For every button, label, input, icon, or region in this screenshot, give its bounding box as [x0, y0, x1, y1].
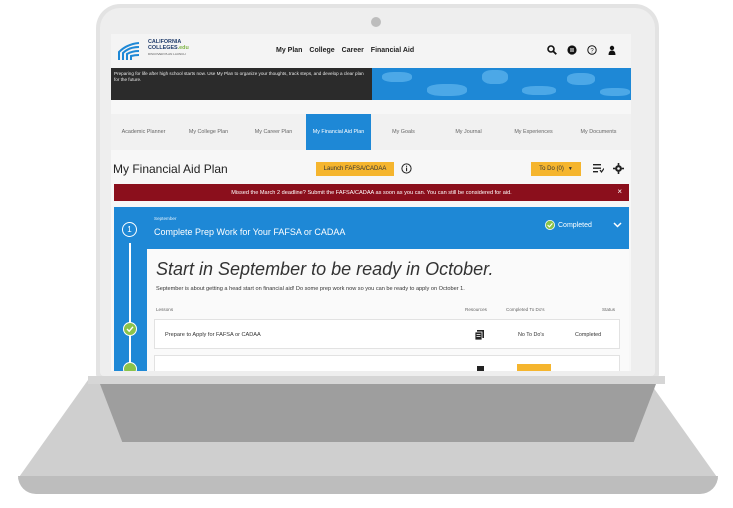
tab-my-documents[interactable]: My Documents: [566, 114, 631, 150]
todo-dropdown-button[interactable]: To Do (0) ▼: [531, 162, 581, 176]
plan-tabs: Academic Planner My College Plan My Care…: [111, 114, 631, 150]
step-title: Complete Prep Work for Your FAFSA or CAD…: [154, 227, 346, 237]
page-title-bar: My Financial Aid Plan Launch FAFSA/CADAA…: [111, 158, 631, 180]
deadline-alert-text: Missed the March 2 deadline? Submit the …: [231, 189, 512, 196]
laptop-front-edge: [18, 476, 718, 494]
lesson-title[interactable]: Prepare to Apply for FAFSA or CADAA: [165, 332, 261, 338]
gear-icon[interactable]: [613, 163, 624, 174]
step-number-badge: 1: [122, 222, 137, 237]
tab-my-college-plan[interactable]: My College Plan: [176, 114, 241, 150]
timeline-line: [129, 243, 131, 371]
col-completed-todos: Completed To Do's: [506, 307, 545, 312]
lesson-complete-check-icon: [123, 362, 137, 371]
close-icon[interactable]: ×: [617, 187, 622, 196]
todo-button-label: To Do (0): [539, 166, 564, 172]
info-icon[interactable]: [401, 163, 412, 174]
account-icon[interactable]: [607, 45, 617, 55]
step-status: Completed: [545, 220, 592, 230]
site-header: CALIFORNIA COLLEGES.edu DISCOVER PLAN LA…: [111, 34, 631, 68]
step-header[interactable]: September Complete Prep Work for Your FA…: [147, 207, 629, 249]
page-title: My Financial Aid Plan: [113, 162, 228, 176]
table-row[interactable]: Prepare to Apply for FAFSA or CADAA No T…: [154, 319, 620, 349]
tab-my-career-plan[interactable]: My Career Plan: [241, 114, 306, 150]
help-icon[interactable]: ?: [587, 45, 597, 55]
logo-wordmark: CALIFORNIA COLLEGES.edu DISCOVER PLAN LA…: [148, 39, 189, 57]
california-colleges-logo-icon[interactable]: [117, 40, 143, 62]
status-pill: [517, 364, 551, 371]
step-status-label: Completed: [558, 221, 592, 229]
tab-academic-planner[interactable]: Academic Planner: [111, 114, 176, 150]
col-status: Status: [602, 307, 616, 312]
launch-fafsa-button[interactable]: Launch FAFSA/CADAA: [316, 162, 394, 176]
notifications-icon[interactable]: [567, 45, 577, 55]
step-content: Start in September to be ready in Octobe…: [147, 249, 629, 371]
chevron-down-icon: ▼: [567, 166, 573, 172]
resources-icon[interactable]: [475, 366, 484, 371]
hero-banner-image: [372, 68, 631, 100]
laptop-keyboard-deck: [100, 384, 656, 442]
hero-banner-text: Preparing for life after high school sta…: [114, 71, 364, 82]
step-intro: September is about getting a head start …: [156, 286, 465, 292]
lesson-status: Completed: [575, 332, 602, 338]
nav-my-plan[interactable]: My Plan: [276, 47, 302, 54]
laptop-hinge: [88, 376, 665, 384]
nav-career[interactable]: Career: [342, 47, 364, 54]
logo-tagline: DISCOVER PLAN LAUNCH: [148, 52, 186, 56]
nav-financial-aid[interactable]: Financial Aid: [371, 47, 414, 54]
tab-my-journal[interactable]: My Journal: [436, 114, 501, 150]
nav-college[interactable]: College: [309, 47, 334, 54]
list-view-icon[interactable]: [593, 164, 604, 173]
deadline-alert: Missed the March 2 deadline? Submit the …: [114, 184, 629, 201]
resources-icon[interactable]: [475, 330, 484, 340]
step-timeline: 1: [114, 207, 147, 371]
step-month: September: [154, 216, 177, 221]
check-circle-icon: [545, 220, 555, 230]
search-icon[interactable]: [547, 45, 557, 55]
hero-banner: Preparing for life after high school sta…: [111, 68, 372, 100]
lesson-todos: No To Do's: [518, 332, 545, 338]
col-resources: Resources: [465, 307, 487, 312]
chevron-down-icon[interactable]: [613, 222, 622, 228]
tab-my-goals[interactable]: My Goals: [371, 114, 436, 150]
step-headline: Start in September to be ready in Octobe…: [156, 259, 494, 279]
header-icons: ?: [547, 45, 617, 55]
tab-my-experiences[interactable]: My Experiences: [501, 114, 566, 150]
tab-my-financial-aid-plan[interactable]: My Financial Aid Plan: [306, 114, 371, 150]
lesson-complete-check-icon: [123, 322, 137, 336]
col-lessons: Lessons: [156, 307, 174, 312]
table-row[interactable]: [154, 355, 620, 371]
screen: CALIFORNIA COLLEGES.edu DISCOVER PLAN LA…: [111, 34, 631, 371]
camera-icon: [371, 17, 381, 27]
laptop-mockup: CALIFORNIA COLLEGES.edu DISCOVER PLAN LA…: [0, 0, 733, 508]
main-nav: My Plan College Career Financial Aid: [276, 47, 419, 54]
